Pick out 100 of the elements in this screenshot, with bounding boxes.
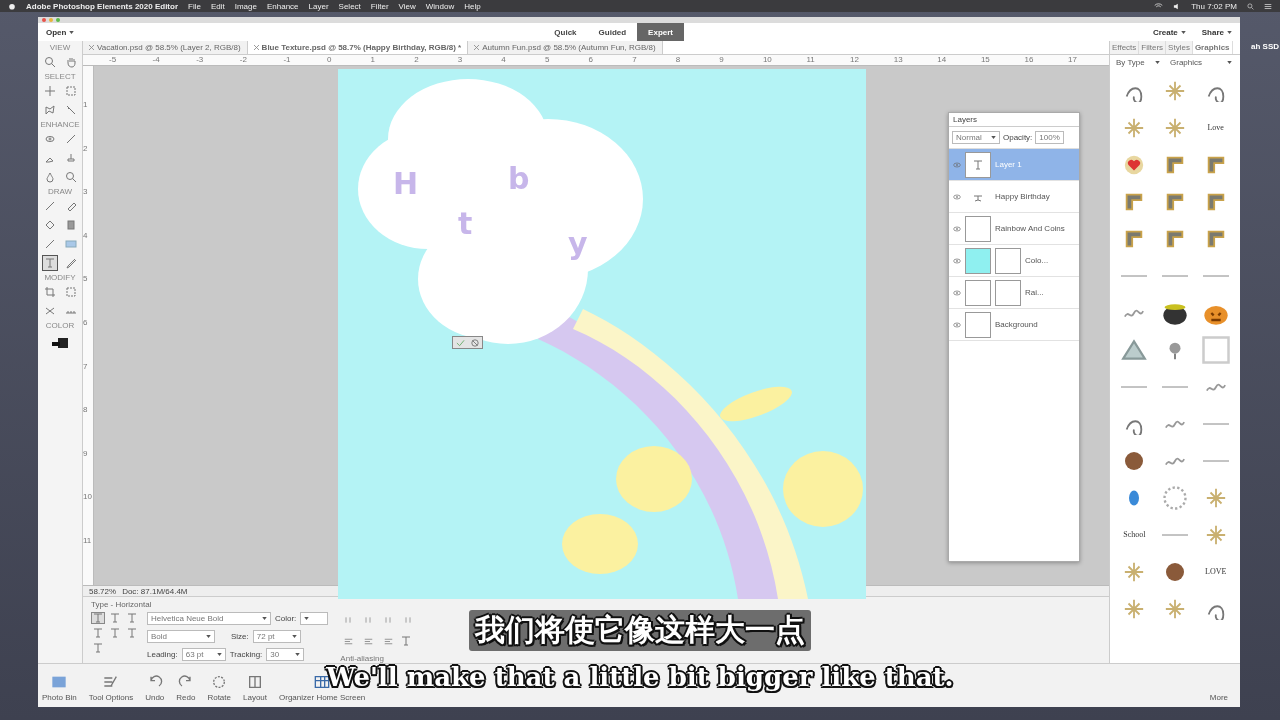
font-family-select[interactable]: Helvetica Neue Bold <box>147 612 271 625</box>
layer-row[interactable]: Background <box>949 309 1079 341</box>
type-icon <box>126 627 138 639</box>
list-icon[interactable] <box>1264 2 1272 10</box>
menu-item[interactable]: Help <box>464 1 481 11</box>
layer-row[interactable]: Colo... <box>949 245 1079 277</box>
close-icon[interactable] <box>253 45 259 50</box>
type-icon <box>126 612 138 624</box>
type-variant-button[interactable] <box>108 627 122 639</box>
menu-item[interactable]: Image <box>234 1 257 11</box>
menu-clock[interactable]: Thu 7:02 PM <box>1191 1 1237 11</box>
maximize-icon[interactable] <box>56 18 60 22</box>
sparkle-icon <box>1164 79 1186 102</box>
eye-icon[interactable] <box>953 289 961 296</box>
panel-tab[interactable]: Filters <box>1139 41 1167 54</box>
taskbar-button[interactable]: Redo <box>176 674 196 702</box>
opacity-select[interactable]: 100% <box>1035 131 1064 144</box>
panel-tab[interactable]: Styles <box>1166 41 1193 54</box>
caret-icon <box>304 617 310 620</box>
layer-row[interactable]: Rai... <box>949 277 1079 309</box>
eye-icon[interactable] <box>953 321 961 328</box>
close-icon[interactable] <box>89 45 94 50</box>
panel-tab[interactable]: Effects <box>1110 41 1140 54</box>
taskbar-button[interactable]: Layout <box>243 674 268 702</box>
commit-button[interactable] <box>453 337 467 348</box>
type-icon <box>109 627 121 639</box>
close-icon[interactable] <box>474 45 480 50</box>
apple-icon[interactable] <box>8 2 16 10</box>
panel-tab[interactable]: Graphics <box>1192 41 1233 54</box>
menu-item[interactable]: Layer <box>308 1 329 11</box>
layer-row[interactable]: Happy Birthday <box>949 181 1079 213</box>
type-icon <box>109 612 121 624</box>
tool-button[interactable] <box>41 255 58 271</box>
menu-item[interactable]: View <box>398 1 416 11</box>
menu-item[interactable]: Filter <box>370 1 389 11</box>
type-select[interactable]: By Type <box>1116 58 1160 67</box>
crop-icon <box>43 286 56 298</box>
anti-aliasing-label: Anti-aliasing <box>340 654 385 663</box>
size-select[interactable]: 72 pt <box>252 630 301 643</box>
menu-item[interactable]: File <box>188 1 201 11</box>
subtitle-text: We'll make that a little bit bigger like that. <box>326 662 954 692</box>
menu-item[interactable]: Window <box>425 1 455 11</box>
ruler-number: 8 <box>675 55 682 65</box>
search-icon[interactable] <box>1247 2 1254 10</box>
eye-icon[interactable] <box>953 225 961 232</box>
layer-row[interactable]: Rainbow And Coins <box>949 213 1079 245</box>
ruler-number: 11 <box>806 55 816 65</box>
create-menu[interactable]: Create <box>1152 27 1186 37</box>
color-select[interactable] <box>300 612 329 625</box>
eye-icon[interactable] <box>953 193 961 200</box>
eye-icon[interactable] <box>953 257 961 264</box>
menu-item[interactable]: Edit <box>210 1 225 11</box>
layers-tab[interactable]: Layers <box>953 115 977 124</box>
eye-icon[interactable] <box>953 161 961 168</box>
caret-icon <box>262 617 267 620</box>
ruler-number: 9 <box>719 55 725 65</box>
ruler-number: 1 <box>370 55 376 65</box>
close-icon[interactable] <box>42 18 46 22</box>
document-tab[interactable]: Vacation.psd @ 58.5% (Layer 2, RGB/8) <box>83 41 248 54</box>
type-variant-button[interactable] <box>91 612 105 624</box>
wifi-icon[interactable] <box>1154 2 1164 10</box>
menu-item[interactable]: Enhance <box>266 1 299 11</box>
menu-item[interactable]: Select <box>338 1 361 11</box>
graphic-word[interactable]: School <box>1123 530 1146 539</box>
sparkle-icon <box>1164 116 1186 139</box>
font-style-select[interactable]: Bold <box>147 630 215 643</box>
ruler-number: 3 <box>83 187 89 199</box>
leading-select[interactable]: 63 pt <box>181 648 226 661</box>
ruler-number: 4 <box>501 55 507 65</box>
type-variant-button[interactable] <box>91 627 105 639</box>
blend-mode-select[interactable]: Normal <box>952 131 1000 144</box>
taskbar-button[interactable]: Tool Options <box>88 674 134 702</box>
app-name[interactable]: Adobe Photoshop Elements 2020 Editor <box>26 1 179 11</box>
taskbar-button[interactable]: Undo <box>145 674 165 702</box>
graphic-word[interactable]: LOVE <box>1205 567 1227 576</box>
share-menu[interactable]: Share <box>1201 27 1232 37</box>
line-icon <box>1121 274 1148 277</box>
more-button[interactable]: More <box>1209 693 1228 702</box>
minimize-icon[interactable] <box>49 18 53 22</box>
line-icon <box>1162 385 1188 388</box>
taskbar-button[interactable]: Photo Bin <box>42 674 77 702</box>
mode-tab[interactable]: Expert <box>637 23 684 41</box>
rectangle-icon <box>64 238 77 250</box>
type-variant-button[interactable] <box>125 627 139 639</box>
tracking-select[interactable]: 30 <box>266 648 305 661</box>
type-icon <box>92 612 104 624</box>
cancel-button[interactable] <box>468 337 482 348</box>
caret-icon <box>295 653 301 656</box>
mask-thumbnail <box>995 279 1021 306</box>
document-tab[interactable]: Autumn Fun.psd @ 58.5% (Autumn Fun, RGB/8) <box>468 41 663 54</box>
dropper-icon <box>43 238 56 250</box>
open-menu[interactable]: Open <box>46 27 75 37</box>
type-variant-button[interactable] <box>91 642 105 654</box>
graphic-word[interactable]: Love <box>1207 123 1224 132</box>
drive-label[interactable]: ah SSD <box>1251 42 1279 51</box>
category-select[interactable]: Graphics <box>1170 58 1232 67</box>
type-variant-button[interactable] <box>108 612 122 624</box>
taskbar-button[interactable]: Rotate <box>207 674 231 702</box>
type-variant-button[interactable] <box>125 612 139 624</box>
sparkle-icon <box>1164 597 1186 620</box>
